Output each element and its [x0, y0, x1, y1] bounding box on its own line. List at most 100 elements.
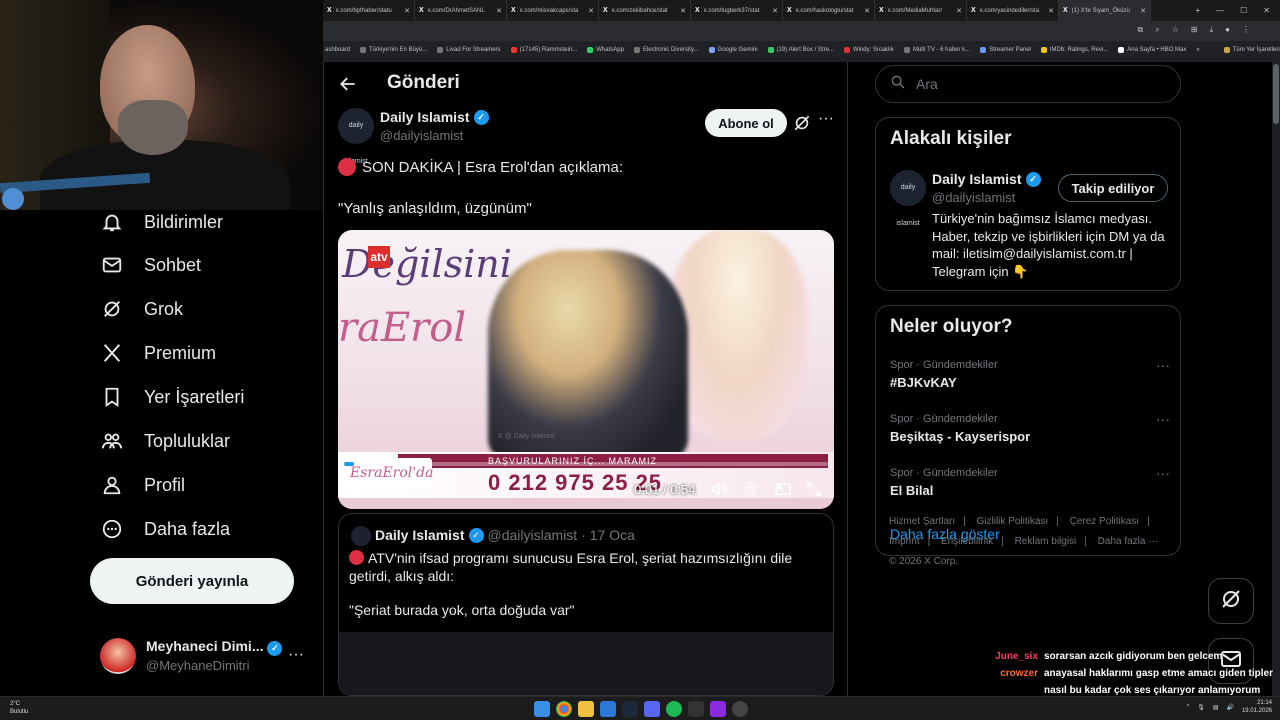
bookmark[interactable]: WhatsApp [587, 47, 624, 53]
more-icon[interactable]: ··· [818, 110, 834, 128]
nav-item-bookmarks[interactable]: Yer İşaretleri [100, 379, 244, 415]
trend-item[interactable]: Spor · Gündemdekiler #BJKvKAY ··· [890, 357, 1170, 390]
grok-icon[interactable] [792, 113, 812, 133]
address-bar[interactable]: ⧉ ⌕ ☆ ⊞ ⤓ ● ⋮ [323, 21, 1280, 41]
close-icon[interactable]: ✕ [772, 7, 778, 15]
network-icon[interactable]: ▤ [1213, 704, 1219, 711]
close-icon[interactable]: ✕ [1048, 7, 1054, 15]
close-icon[interactable]: ✕ [956, 7, 962, 15]
weather-widget[interactable]: 2°C Bulutlu [10, 700, 28, 716]
nav-item-communities[interactable]: Topluluklar [100, 423, 230, 459]
bookmark[interactable]: ashboard [325, 47, 350, 53]
bookmark[interactable]: Google Gemini [708, 47, 758, 53]
mic-icon[interactable]: 🎙 [1197, 704, 1205, 711]
obs-icon[interactable] [710, 701, 726, 717]
search-box[interactable]: Ara [875, 65, 1181, 103]
steam-icon[interactable] [622, 701, 638, 717]
bookmark[interactable]: (17145) Rammstein... [510, 47, 577, 53]
extensions-icon[interactable]: ⊞ [1191, 25, 1198, 35]
more-icon[interactable]: ··· [288, 646, 304, 664]
bookmark[interactable]: Windy: Sıcaklık [843, 47, 894, 53]
chrome-icon[interactable] [556, 701, 572, 717]
menu-icon[interactable]: ⋮ [1242, 25, 1250, 35]
account-switcher[interactable]: Meyhaneci Dimi... ✓ @MeyhaneDimitri ··· [100, 636, 315, 680]
bookmark[interactable]: Electronic Diversity... [633, 47, 699, 53]
close-icon[interactable]: ✕ [404, 7, 410, 15]
browser-tab[interactable]: Xx.com/misvakcaps/sta ✕ [507, 0, 599, 21]
discord-icon[interactable] [644, 701, 660, 717]
install-icon[interactable]: ⧉ [1138, 25, 1144, 35]
trend-item[interactable]: Spor · Gündemdekiler Beşiktaş - Kayseris… [890, 411, 1170, 444]
more-icon[interactable]: ··· [1156, 357, 1170, 373]
page-scrollbar[interactable] [1272, 62, 1280, 696]
bookmark[interactable]: Livad For Streamers [437, 47, 501, 53]
author-handle[interactable]: @dailyislamist [380, 128, 463, 143]
post-button[interactable]: Gönderi yayınla [90, 558, 294, 604]
epic-icon[interactable] [688, 701, 704, 717]
footer-link[interactable]: Reklam bilgisi [1015, 536, 1077, 547]
footer-link[interactable]: Daha fazla ··· [1098, 536, 1159, 547]
zoom-icon[interactable]: ⌕ [1155, 25, 1159, 35]
related-avatar[interactable]: daily islamist [890, 170, 926, 227]
nav-item-chat[interactable]: Sohbet [100, 247, 201, 283]
edge-icon[interactable] [600, 701, 616, 717]
bookmark[interactable]: Türkiye'nin En Büyü... [360, 47, 427, 53]
pip-icon[interactable] [774, 480, 794, 500]
bookmark[interactable]: IMDb: Ratings, Revi... [1040, 47, 1108, 53]
close-icon[interactable]: ✕ [864, 7, 870, 15]
related-name[interactable]: Daily Islamist ✓ [932, 171, 1041, 187]
browser-tab[interactable]: Xx.com/zekibahce/stat ✕ [599, 0, 691, 21]
minimize-icon[interactable]: — [1216, 6, 1224, 15]
settings-icon[interactable] [742, 480, 762, 500]
browser-tab[interactable]: Xx.com/DrAhmetSANL ✕ [415, 0, 507, 21]
bookmark-overflow[interactable]: » [1196, 47, 1199, 53]
more-icon[interactable]: ··· [1156, 465, 1170, 481]
spotify-icon[interactable] [666, 701, 682, 717]
close-icon[interactable]: ✕ [680, 7, 686, 15]
maximize-icon[interactable]: ☐ [1240, 6, 1247, 15]
close-icon[interactable]: ✕ [1140, 7, 1146, 15]
bookmark-all[interactable]: Tüm Yer İşaretleri [1223, 47, 1280, 53]
nav-item-more[interactable]: Daha fazla [100, 511, 230, 547]
trend-item[interactable]: Spor · Gündemdekiler El Bilal ··· [890, 465, 1170, 498]
browser-tab[interactable]: Xx.com/MediaMuhtar/ ✕ [875, 0, 967, 21]
author-avatar[interactable]: daily islamist [338, 108, 374, 165]
video-progress-bar[interactable] [344, 462, 828, 466]
following-button[interactable]: Takip ediliyor [1058, 174, 1168, 202]
more-icon[interactable]: ··· [1156, 411, 1170, 427]
volume-icon[interactable] [710, 480, 730, 500]
download-icon[interactable]: ⤓ [1210, 25, 1214, 35]
profile-icon[interactable]: ● [1225, 25, 1230, 35]
bookmark[interactable]: Ana Sayfa • HBO Max [1118, 47, 1186, 53]
footer-link[interactable]: Çerez Politikası [1070, 516, 1139, 527]
back-arrow-icon[interactable] [338, 74, 358, 94]
browser-tab[interactable]: Xx.com/tugberk37/stat ✕ [691, 0, 783, 21]
subscribe-button[interactable]: Abone ol [705, 109, 787, 137]
clock[interactable]: 21:14 19.01.2026 [1242, 699, 1272, 715]
browser-tab[interactable]: Xx.com/yasindediler/sta ✕ [967, 0, 1059, 21]
footer-link[interactable]: Gizlilik Politikası [977, 516, 1049, 527]
browser-tab-active[interactable]: X (1) X'te Siyam_Öküzü ✕ [1059, 0, 1151, 21]
nav-item-notifications[interactable]: Bildirimler [100, 204, 223, 240]
nav-item-grok[interactable]: Grok [100, 291, 183, 327]
explorer-icon[interactable] [578, 701, 594, 717]
nav-item-profile[interactable]: Profil [100, 467, 185, 503]
quoted-tweet[interactable]: Daily Islamist ✓ @dailyislamist · 17 Oca… [338, 513, 834, 696]
related-handle[interactable]: @dailyislamist [932, 190, 1015, 205]
bookmark[interactable]: (19) Alert Box / Stre... [767, 47, 834, 53]
close-window-icon[interactable]: ✕ [1263, 6, 1270, 15]
footer-link[interactable]: Erişilebilirlik [941, 536, 993, 547]
browser-tab[interactable]: Xx.com/bpthaber/statu ✕ [323, 0, 415, 21]
close-icon[interactable]: ✕ [588, 7, 594, 15]
author-name[interactable]: Daily Islamist ✓ [380, 109, 489, 125]
grok-fab[interactable] [1208, 578, 1254, 624]
footer-link[interactable]: Imprint [889, 536, 920, 547]
nav-item-premium[interactable]: Premium [100, 335, 216, 371]
chevron-up-icon[interactable]: ^ [1186, 704, 1189, 710]
star-icon[interactable]: ☆ [1172, 25, 1179, 35]
bookmark[interactable]: Multi TV - 6 haber k... [903, 47, 970, 53]
play-icon[interactable] [348, 483, 368, 503]
footer-link[interactable]: Hizmet Şartları [889, 516, 955, 527]
fullscreen-icon[interactable] [805, 480, 825, 500]
volume-icon[interactable]: 🔊 [1226, 704, 1233, 711]
